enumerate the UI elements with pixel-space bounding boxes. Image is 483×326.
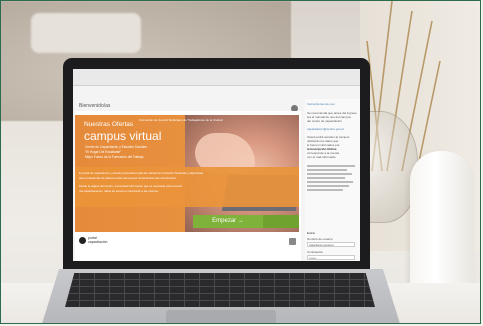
sidebar-text: del centro de capacitación [307, 119, 342, 123]
divider [307, 169, 347, 171]
sidebar-text: con el mail informado [307, 155, 336, 159]
banner-title: campus virtual [84, 129, 162, 143]
divider [307, 181, 353, 183]
password-label: Contraseña [307, 250, 323, 254]
expand-icon[interactable] [289, 238, 296, 245]
divider [307, 173, 352, 175]
logo-line: capacitación [88, 240, 108, 244]
banner-pre-title: Nuestras Ofertas [84, 121, 134, 128]
laptop-screen: Bienvenido/as Formación de Central Sindi… [63, 58, 370, 271]
sidebar-title: Instrucciones de uso [307, 102, 335, 106]
keyboard-rows [65, 273, 375, 307]
main-panel: Formación de Central Sindicales de Traba… [75, 111, 301, 261]
username-label: Nombre de usuario [307, 237, 333, 241]
browser-topbar [73, 69, 360, 86]
password-field[interactable]: •••••••• [307, 255, 355, 260]
portal-logo-icon [79, 237, 86, 244]
info-band: El portal de capacitación y estudio pres… [75, 167, 299, 207]
campus-page: Bienvenido/as Formación de Central Sindi… [73, 69, 360, 261]
trackpad [166, 310, 276, 323]
banner-sub-line: "El Hogar Del Estudiante" [85, 150, 122, 154]
instructions-sidebar: Instrucciones de uso Se recomienda que a… [305, 99, 360, 261]
banner-sub-line: Mejor Futuro de la Formación del Trabajo [85, 155, 144, 159]
divider [307, 177, 345, 179]
info-line: para el desarrollo de saberes sobre las … [79, 176, 177, 180]
background-cushion [31, 13, 141, 53]
info-line: mis capacitaciones, datos de acceso e in… [79, 189, 159, 193]
photo-frame: Bienvenido/as Formación de Central Sindi… [0, 0, 481, 324]
divider [307, 165, 355, 167]
banner-header-text: Formación de Central Sindicales de Traba… [139, 118, 223, 122]
sidebar-link[interactable]: capacitacion@centro.gov.ar [307, 127, 344, 131]
empezar-button-extension[interactable] [263, 215, 299, 228]
empezar-button[interactable]: Empezar → [193, 215, 263, 228]
username-field[interactable]: capacitacion.persona [307, 242, 355, 247]
logo-row: portal capacitación [75, 232, 299, 252]
banner-sub-line: Centro de Capacitación y Estudios Social… [85, 145, 147, 149]
welcome-heading: Bienvenido/as [79, 103, 111, 109]
info-line: El portal de capacitación y estudio pres… [79, 171, 204, 175]
login-title: Entrar [307, 231, 316, 235]
divider [307, 189, 343, 191]
divider [307, 185, 349, 187]
info-line: Desde la página del Centro, encontrará i… [79, 184, 183, 188]
white-vase [410, 151, 474, 301]
portal-logo-text: portal capacitación [88, 236, 107, 244]
